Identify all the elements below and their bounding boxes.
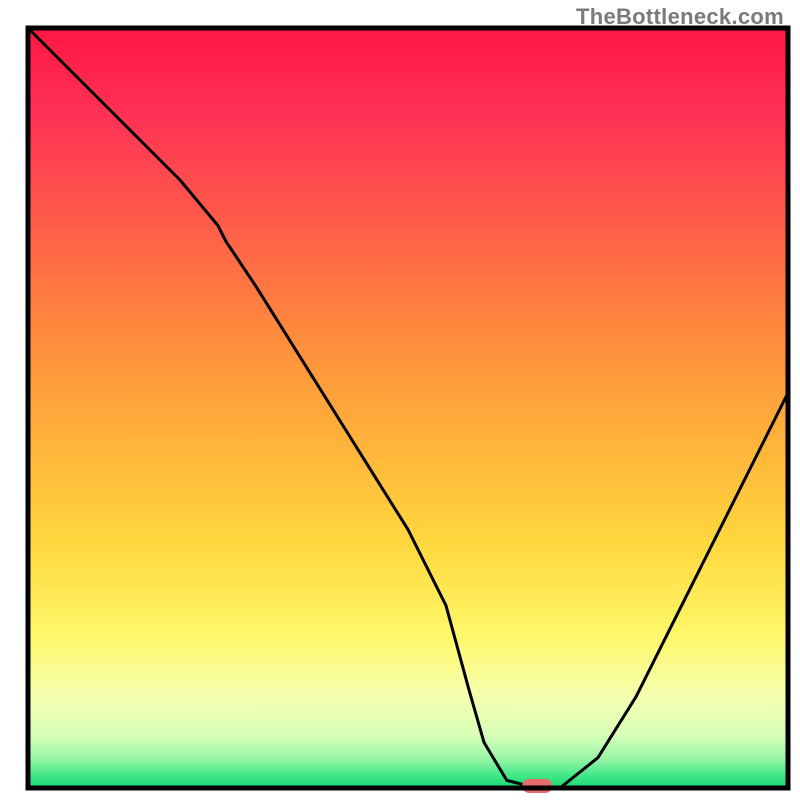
chart-svg [0,0,800,800]
plot-area [28,28,788,793]
watermark-label: TheBottleneck.com [576,4,784,30]
bottleneck-chart: TheBottleneck.com [0,0,800,800]
